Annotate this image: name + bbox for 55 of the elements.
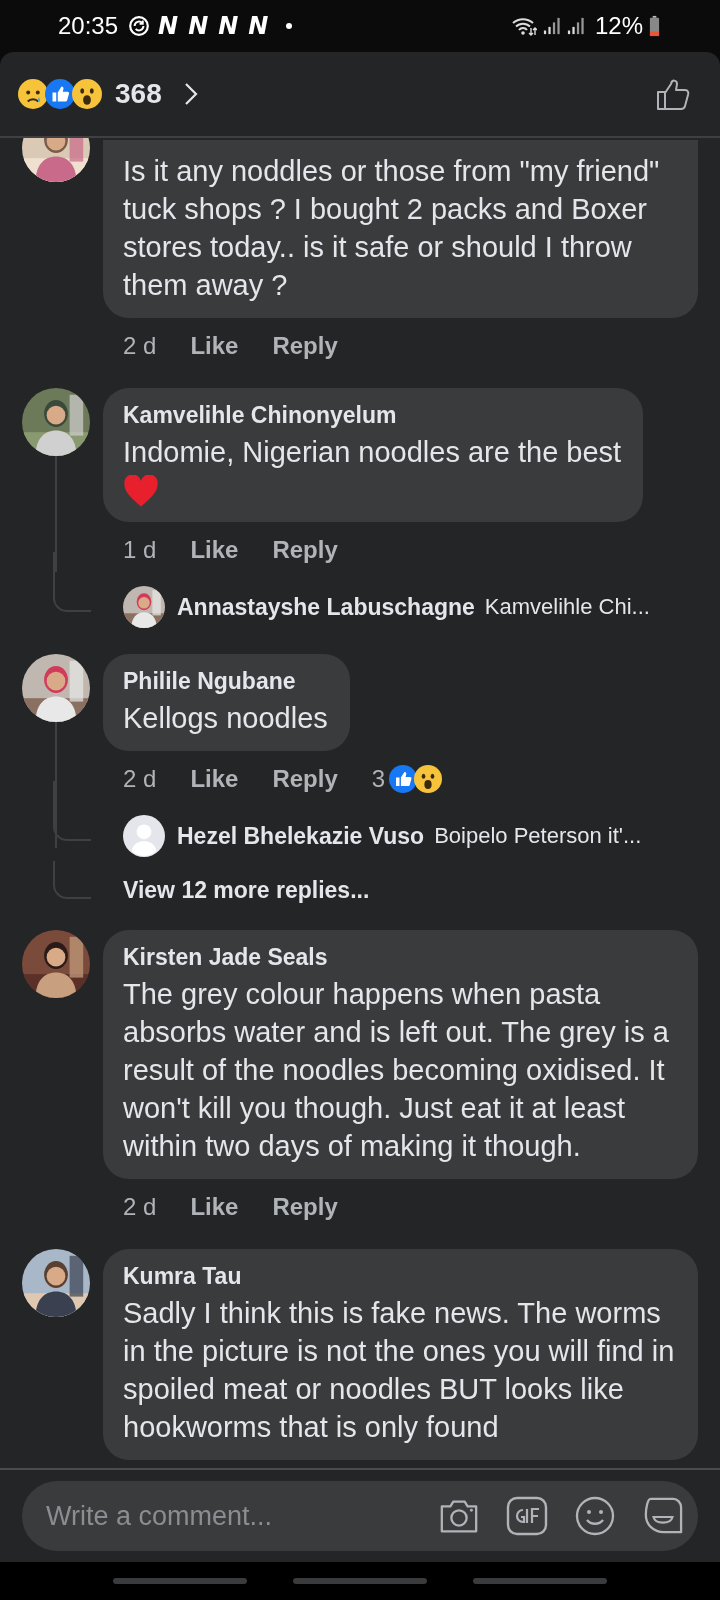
wow-reaction-icon: [414, 765, 443, 793]
like-button[interactable]: Like: [190, 1193, 239, 1221]
reply-button[interactable]: Reply: [272, 332, 338, 360]
notification-icon: N: [188, 12, 209, 40]
comment-time: 2 d: [123, 332, 157, 360]
sync-icon: [128, 15, 151, 37]
reply-author[interactable]: Hezel Bhelekazie Vuso: [177, 822, 425, 850]
comment-time: 2 d: [123, 765, 157, 793]
like-reaction-icon: [389, 765, 418, 793]
notification-icon: N: [158, 12, 179, 40]
author-name[interactable]: Philile Ngubane: [123, 668, 328, 695]
signal-icon: [542, 17, 561, 35]
reply-button[interactable]: Reply: [272, 765, 338, 793]
comment-time: 2 d: [123, 1193, 157, 1221]
signal-icon: [566, 17, 585, 35]
like-button[interactable]: Like: [190, 536, 239, 564]
reaction-count: 3: [371, 765, 386, 793]
notification-icon: N: [248, 12, 269, 40]
thumbs-up-icon[interactable]: [656, 77, 690, 111]
reply-preview[interactable]: Kamvelihle Chi...: [484, 594, 650, 620]
like-button[interactable]: Like: [190, 765, 239, 793]
reply-button[interactable]: Reply: [272, 536, 338, 564]
reply-button[interactable]: Reply: [272, 1193, 338, 1221]
comment-text: Is it any noddles or those from "my friend" tuck shops ? I bought 2 packs and Boxer stores today.. is it safe or should I throw them away ?: [123, 154, 661, 303]
reaction-count: 368: [115, 78, 162, 110]
reactions-summary[interactable]: 368: [18, 78, 198, 110]
reply-preview[interactable]: Boipelo Peterson it'...: [434, 823, 642, 849]
sad-reaction-icon: [18, 79, 48, 109]
comment-time: 1 d: [123, 536, 157, 564]
view-more-replies-link[interactable]: View 12 more replies...: [123, 877, 370, 904]
comment-field[interactable]: Write a comment...: [22, 1481, 698, 1551]
comment-text: Sadly I think this is fake news. The worms in the picture is not the ones you will find in spoiled meat or noodles BUT looks like hookworms that is only found: [123, 1296, 676, 1445]
comment-text: Kellogs noodles: [123, 701, 328, 736]
author-name[interactable]: Kamvelihle Chinonyelum: [123, 402, 622, 429]
emoji-icon[interactable]: [574, 1496, 616, 1536]
chevron-right-icon: [183, 82, 198, 106]
comment-text: Indomie, Nigerian noodles are the best: [123, 435, 622, 470]
battery-icon: [649, 15, 660, 37]
author-name[interactable]: Kumra Tau: [123, 1263, 676, 1290]
like-reaction-icon: [45, 79, 75, 109]
sticker-icon[interactable]: [642, 1496, 684, 1536]
wifi-icon: [510, 16, 537, 36]
reply-author[interactable]: Annastayshe Labuschagne: [177, 593, 475, 621]
like-button[interactable]: Like: [190, 332, 239, 360]
more-notifications-icon: [286, 23, 293, 29]
battery-percent: 12%: [594, 12, 643, 40]
thread-line: [53, 861, 91, 899]
notification-icon: N: [218, 12, 239, 40]
comment-text: The grey colour happens when pasta absorbs water and is left out. The grey is a result of the noodles becoming oxidised. It won't kill you though. Just eat it at least within two days of making it though.: [123, 977, 670, 1164]
comment-input[interactable]: Write a comment...: [44, 1499, 412, 1533]
wow-reaction-icon: [72, 79, 102, 109]
author-name[interactable]: Kirsten Jade Seals: [123, 944, 676, 971]
gif-icon[interactable]: [506, 1496, 548, 1536]
clock-time: 20:35: [58, 12, 119, 40]
default-avatar-icon: [123, 815, 165, 857]
